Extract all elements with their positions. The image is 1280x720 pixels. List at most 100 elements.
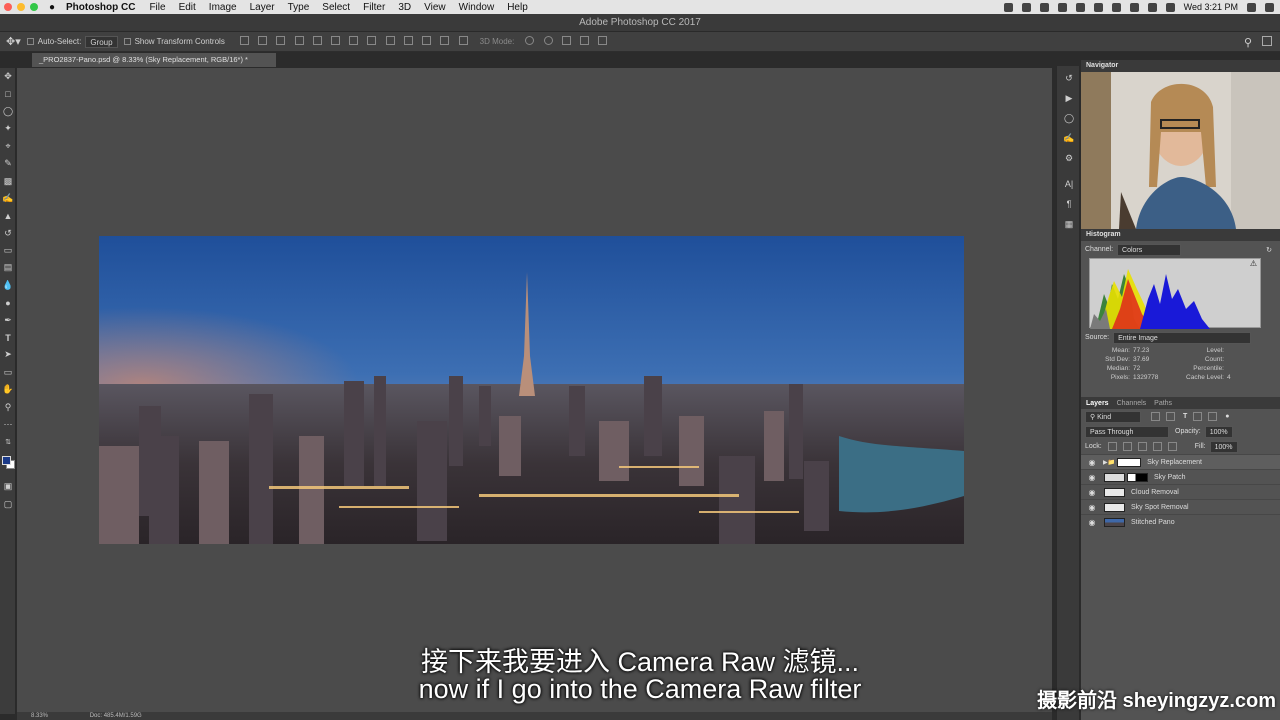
layer-thumbnail[interactable] (1104, 472, 1125, 482)
fill-input[interactable]: 100% (1209, 440, 1238, 453)
blur-tool-icon[interactable]: 💧 (0, 277, 16, 294)
3d-roll-icon[interactable] (543, 36, 553, 45)
auto-select-option[interactable]: Auto-Select: Group (26, 35, 118, 48)
lock-artboard-icon[interactable] (1152, 442, 1162, 451)
layer-name[interactable]: Sky Replacement (1147, 459, 1202, 466)
pen-tool-icon[interactable]: ✒ (0, 311, 16, 328)
marquee-tool-icon[interactable]: □ (0, 85, 16, 102)
display-icon[interactable] (1039, 2, 1049, 12)
layer-sky-replacement[interactable]: ◉ ▶📁 Sky Replacement (1081, 454, 1280, 469)
menu-select[interactable]: Select (322, 2, 350, 13)
bluetooth-icon[interactable] (1093, 2, 1103, 12)
auto-select-dropdown[interactable]: Group (85, 35, 118, 48)
menu-layer[interactable]: Layer (250, 2, 275, 13)
shape-tool-icon[interactable]: ▭ (0, 364, 16, 381)
3d-scale-icon[interactable] (598, 36, 608, 45)
align-left-icon[interactable] (294, 36, 304, 45)
eraser-tool-icon[interactable]: ▭ (0, 242, 16, 259)
layer-cloud-removal[interactable]: ◉ Cloud Removal (1081, 484, 1280, 499)
channel-dropdown[interactable]: Colors (1117, 243, 1182, 256)
auto-select-checkbox[interactable] (26, 38, 34, 45)
menu-edit[interactable]: Edit (179, 2, 196, 13)
visibility-eye-icon[interactable]: ◉ (1085, 473, 1099, 482)
path-selection-tool-icon[interactable]: ➤ (0, 346, 16, 363)
filter-adjustment-icon[interactable] (1166, 412, 1175, 421)
close-window-button[interactable] (4, 3, 12, 11)
navigator-preview[interactable] (1081, 72, 1280, 229)
volume-icon[interactable] (1165, 2, 1175, 12)
auto-align-icon[interactable] (458, 36, 468, 45)
menu-file[interactable]: File (149, 2, 165, 13)
record-icon[interactable] (1057, 2, 1067, 12)
opacity-input[interactable]: 100% (1204, 425, 1233, 438)
align-vcenter-icon[interactable] (258, 36, 268, 45)
blend-mode-dropdown[interactable]: Pass Through (1085, 425, 1169, 438)
app-menu[interactable]: Photoshop CC (66, 2, 135, 13)
dropbox-icon[interactable] (1003, 2, 1013, 12)
menu-help[interactable]: Help (507, 2, 528, 13)
distribute-right-icon[interactable] (440, 36, 450, 45)
3d-pan-icon[interactable] (561, 36, 571, 45)
histogram-panel-header[interactable]: Histogram (1081, 229, 1280, 241)
visibility-eye-icon[interactable]: ◉ (1085, 503, 1099, 512)
filter-shape-icon[interactable] (1193, 412, 1203, 421)
magic-wand-tool-icon[interactable]: ✦ (0, 120, 16, 137)
clone-stamp-tool-icon[interactable]: ▲ (0, 207, 16, 224)
zoom-window-button[interactable] (30, 3, 38, 11)
distribute-bottom-icon[interactable] (385, 36, 395, 45)
layer-name[interactable]: Sky Spot Removal (1131, 504, 1189, 511)
search-icon[interactable]: ⚲ (1244, 36, 1252, 49)
source-dropdown[interactable]: Entire Image (1113, 331, 1252, 344)
layer-name[interactable]: Sky Patch (1154, 474, 1186, 481)
minimize-window-button[interactable] (17, 3, 25, 11)
type-tool-icon[interactable]: T (0, 329, 16, 346)
healing-brush-tool-icon[interactable]: ▩ (0, 172, 16, 189)
notification-center-icon[interactable] (1265, 2, 1274, 12)
paragraph-icon[interactable]: ¶ (1057, 194, 1081, 214)
refresh-icon[interactable]: ↻ (1266, 246, 1272, 254)
workspace-switcher-icon[interactable] (1262, 36, 1272, 46)
menu-image[interactable]: Image (209, 2, 237, 13)
filter-type-icon[interactable]: T (1183, 413, 1187, 420)
libraries-icon[interactable]: ▦ (1057, 214, 1081, 234)
distribute-left-icon[interactable] (403, 36, 413, 45)
navigator-panel-header[interactable]: Navigator (1081, 60, 1280, 72)
transform-controls-option[interactable]: Show Transform Controls (123, 37, 225, 46)
filter-pixel-icon[interactable] (1151, 412, 1160, 421)
layer-name[interactable]: Stitched Pano (1131, 519, 1175, 526)
3d-slide-icon[interactable] (580, 36, 590, 45)
spotlight-icon[interactable] (1247, 2, 1256, 12)
menu-window[interactable]: Window (459, 2, 495, 13)
filter-kind-dropdown[interactable]: ⚲ Kind (1085, 410, 1141, 423)
layer-thumbnail[interactable] (1104, 487, 1125, 497)
align-right-icon[interactable] (331, 36, 340, 45)
visibility-eye-icon[interactable]: ◉ (1085, 518, 1099, 527)
history-brush-tool-icon[interactable]: ↺ (0, 225, 16, 242)
3d-orbit-icon[interactable] (525, 36, 535, 45)
distribute-top-icon[interactable] (349, 36, 359, 45)
brush-tool-icon[interactable]: ✍ (0, 190, 16, 207)
layer-mask-thumbnail[interactable] (1117, 457, 1142, 467)
align-bottom-icon[interactable] (276, 36, 286, 45)
group-folder-icon[interactable]: ▶📁 (1103, 459, 1115, 466)
move-tool-preset-icon[interactable]: ✥▾ (6, 35, 21, 48)
apple-menu-icon[interactable]: ● (46, 2, 58, 13)
zoom-readout[interactable]: 8.33% (31, 713, 48, 719)
history-icon[interactable]: ↺ (1057, 68, 1081, 88)
distribute-hcenter-icon[interactable] (422, 36, 432, 45)
filter-smart-object-icon[interactable] (1208, 412, 1218, 421)
document-canvas-area[interactable] (17, 68, 1052, 714)
foreground-color-swatch[interactable] (2, 456, 11, 465)
brush-settings-icon[interactable]: ✍ (1057, 128, 1081, 148)
tab-paths[interactable]: Paths (1154, 400, 1172, 407)
distribute-vcenter-icon[interactable] (367, 36, 377, 45)
adjustments-icon[interactable]: ⚙ (1057, 148, 1081, 168)
menu-view[interactable]: View (424, 2, 446, 13)
properties-icon[interactable]: ◯ (1057, 108, 1081, 128)
eyedropper-tool-icon[interactable]: ✎ (0, 155, 16, 172)
lock-position-icon[interactable] (1137, 442, 1147, 451)
layer-mask-thumbnail[interactable] (1127, 472, 1148, 482)
menu-filter[interactable]: Filter (363, 2, 385, 13)
battery-icon[interactable] (1147, 2, 1157, 12)
tab-layers[interactable]: Layers (1086, 400, 1109, 407)
